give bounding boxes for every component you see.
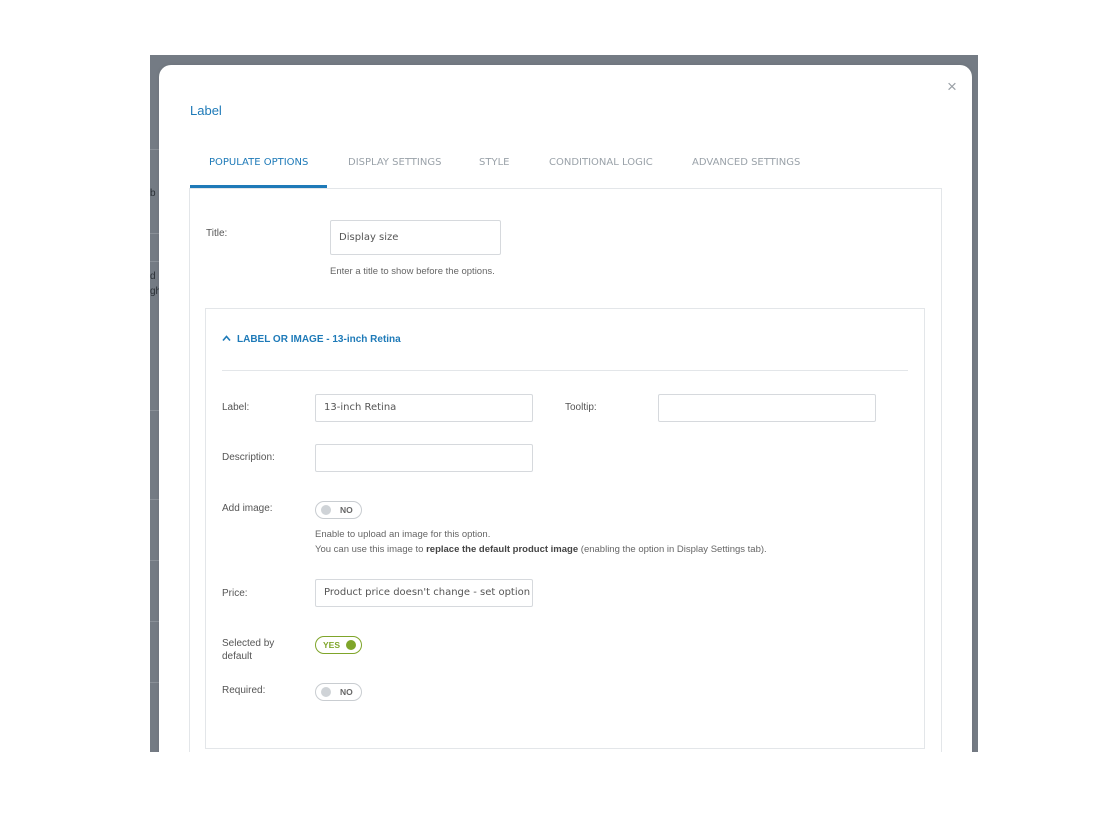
- close-icon[interactable]: ×: [944, 78, 960, 96]
- tab-display-settings[interactable]: DISPLAY SETTINGS: [348, 146, 441, 188]
- add-image-help-line-1: Enable to upload an image for this optio…: [315, 529, 491, 540]
- required-toggle[interactable]: NO: [315, 683, 362, 701]
- label-input[interactable]: 13-inch Retina: [315, 394, 533, 422]
- title-label: Title:: [206, 228, 228, 239]
- help-text-part: You can use this image to: [315, 544, 427, 555]
- help-text-bold: replace the default product image: [426, 544, 579, 555]
- toggle-knob: [321, 687, 331, 697]
- title-help-text: Enter a title to show before the options…: [330, 266, 495, 277]
- tab-style[interactable]: STYLE: [479, 146, 509, 188]
- price-label: Price:: [222, 588, 248, 599]
- toggle-knob: [321, 505, 331, 515]
- tab-advanced-settings[interactable]: ADVANCED SETTINGS: [692, 146, 800, 188]
- tooltip-input[interactable]: [658, 394, 876, 422]
- option-collapse-toggle[interactable]: LABEL OR IMAGE - 13-inch Retina: [222, 333, 401, 347]
- toggle-state-text: NO: [340, 687, 353, 697]
- toggle-state-text: YES: [323, 640, 341, 650]
- price-input[interactable]: Product price doesn't change - set optio…: [315, 579, 533, 607]
- tab-bar: POPULATE OPTIONS DISPLAY SETTINGS STYLE …: [190, 146, 941, 188]
- tab-conditional-logic[interactable]: CONDITIONAL LOGIC: [549, 146, 653, 188]
- option-card: [205, 308, 925, 749]
- label-field-label: Label:: [222, 402, 250, 413]
- toggle-state-text: NO: [340, 505, 353, 515]
- required-label: Required:: [222, 685, 266, 696]
- description-field-label: Description:: [222, 452, 275, 463]
- label-line: default: [222, 651, 253, 662]
- modal-title: Label: [190, 103, 222, 118]
- title-input[interactable]: Display size: [330, 220, 501, 255]
- option-header-text: LABEL OR IMAGE - 13-inch Retina: [237, 334, 401, 345]
- selected-by-default-label: Selected by default: [222, 637, 274, 663]
- selected-by-default-toggle[interactable]: YES: [315, 636, 362, 654]
- chevron-up-icon[interactable]: [222, 333, 231, 347]
- description-input[interactable]: [315, 444, 533, 472]
- tooltip-field-label: Tooltip:: [565, 402, 597, 413]
- option-divider: [222, 370, 908, 371]
- toggle-knob: [346, 640, 356, 650]
- page-bottom-margin: [140, 752, 990, 823]
- add-image-label: Add image:: [222, 503, 273, 514]
- label-line: Selected by: [222, 638, 275, 649]
- help-text-part: (enabling the option in Display Settings…: [578, 544, 767, 555]
- add-image-help-line-2: You can use this image to replace the de…: [315, 542, 767, 557]
- tab-populate-options[interactable]: POPULATE OPTIONS: [190, 146, 328, 188]
- add-image-toggle[interactable]: NO: [315, 501, 362, 519]
